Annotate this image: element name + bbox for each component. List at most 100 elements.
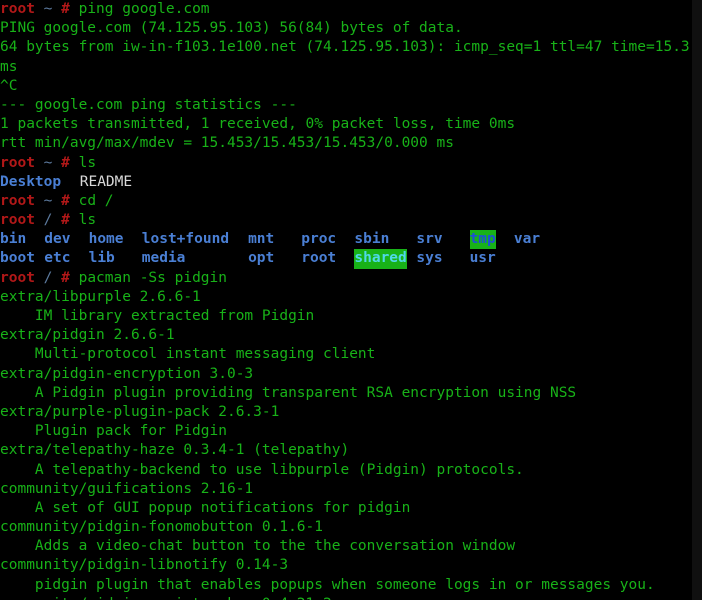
ls-entry-tmp: tmp bbox=[469, 230, 496, 250]
terminal-prompt-line: root ~ # cd / bbox=[0, 192, 692, 211]
terminal-prompt-line: root / # pacman -Ss pidgin bbox=[0, 269, 692, 288]
terminal-output-line: extra/telepathy-haze 0.3.4-1 (telepathy) bbox=[0, 441, 692, 460]
terminal-right-border bbox=[692, 0, 702, 600]
terminal-output-line: A telepathy-backend to use libpurple (Pi… bbox=[0, 461, 692, 480]
ls-output-row: Desktop README bbox=[0, 173, 692, 192]
terminal-output-line: rtt min/avg/max/mdev = 15.453/15.453/15.… bbox=[0, 134, 692, 153]
output-text: extra/libpurple 2.6.6-1 bbox=[0, 288, 201, 305]
prompt-user: root bbox=[0, 212, 35, 229]
prompt-symbol: # bbox=[61, 154, 70, 171]
output-text: extra/pidgin 2.6.6-1 bbox=[0, 327, 175, 344]
output-text: ^C bbox=[0, 77, 18, 94]
terminal-output-line: 1 packets transmitted, 1 received, 0% pa… bbox=[0, 115, 692, 134]
ls-entry-lost+found: lost+found bbox=[141, 231, 230, 248]
ls-entry-group: boot etc lib media opt root shared sys usr bbox=[0, 249, 692, 269]
terminal-command: ls bbox=[78, 212, 97, 229]
output-text: A Pidgin plugin providing transparent RS… bbox=[0, 384, 577, 401]
ls-entry-bin: bin bbox=[0, 231, 27, 248]
terminal-output-line: Plugin pack for Pidgin bbox=[0, 422, 692, 441]
ls-entry-Desktop: Desktop bbox=[0, 173, 62, 190]
output-text: Adds a video-chat button to the the conv… bbox=[0, 538, 516, 555]
output-text: 1 packets transmitted, 1 received, 0% pa… bbox=[0, 116, 516, 133]
ls-entry-sbin: sbin bbox=[354, 231, 390, 248]
terminal-prompt-line: root / # ls bbox=[0, 211, 692, 230]
output-text: Plugin pack for Pidgin bbox=[0, 423, 227, 440]
ls-entry-shared: shared bbox=[354, 249, 407, 269]
ls-entry-root: root bbox=[301, 250, 337, 267]
output-text: pidgin plugin that enables popups when s… bbox=[0, 576, 655, 593]
ls-entry-home: home bbox=[88, 231, 124, 248]
ls-entry-lib: lib bbox=[88, 250, 115, 267]
prompt-user: root bbox=[0, 154, 35, 171]
prompt-symbol: # bbox=[61, 269, 70, 286]
prompt-user: root bbox=[0, 192, 35, 209]
terminal-command: cd / bbox=[78, 192, 114, 209]
terminal-output-line: 64 bytes from iw-in-f103.1e100.net (74.1… bbox=[0, 38, 692, 57]
ls-entry-opt: opt bbox=[248, 250, 275, 267]
terminal-output-line: Adds a video-chat button to the the conv… bbox=[0, 537, 692, 556]
terminal-output-line: community/pidgin-libnotify 0.14-3 bbox=[0, 556, 692, 575]
terminal-prompt-line: root ~ # ls bbox=[0, 154, 692, 173]
terminal-output-line: --- google.com ping statistics --- bbox=[0, 96, 692, 115]
terminal-output-line: extra/pidgin 2.6.6-1 bbox=[0, 326, 692, 345]
output-text: community/pidgin-libnotify 0.14-3 bbox=[0, 557, 289, 574]
ls-entry-group: bin dev home lost+found mnt proc sbin srv tmp var bbox=[0, 230, 692, 250]
prompt-symbol: # bbox=[61, 192, 70, 209]
terminal-command: ping google.com bbox=[78, 1, 210, 17]
terminal-prompt-line: root ~ # ping google.com bbox=[0, 0, 692, 19]
output-text: 64 bytes from iw-in-f103.1e100.net (74.1… bbox=[0, 39, 690, 56]
terminal-output-line: community/pidgin-fonomobutton 0.1.6-1 bbox=[0, 518, 692, 537]
terminal-output-line: IM library extracted from Pidgin bbox=[0, 307, 692, 326]
ls-entry-dev: dev bbox=[44, 231, 71, 248]
ls-entry-group: Desktop README bbox=[0, 173, 692, 192]
terminal-window[interactable]: root ~ # ping google.com PING google.com … bbox=[0, 0, 702, 600]
terminal-screen[interactable]: root ~ # ping google.com PING google.com … bbox=[0, 0, 692, 600]
output-text: --- google.com ping statistics --- bbox=[0, 96, 297, 113]
terminal-command: ls bbox=[78, 154, 97, 171]
ls-entry-srv: srv bbox=[416, 231, 443, 248]
output-text: extra/purple-plugin-pack 2.6.3-1 bbox=[0, 403, 280, 420]
terminal-output-line: Multi-protocol instant messaging client bbox=[0, 345, 692, 364]
prompt-user: root bbox=[0, 1, 35, 17]
prompt-user: root bbox=[0, 269, 35, 286]
output-text: A set of GUI popup notifications for pid… bbox=[0, 499, 411, 516]
terminal-command: pacman -Ss pidgin bbox=[78, 269, 227, 286]
output-text: community/guifications 2.16-1 bbox=[0, 480, 254, 497]
ls-entry-README: README bbox=[79, 173, 133, 190]
ls-entry-boot: boot bbox=[0, 250, 35, 267]
output-text: A telepathy-backend to use libpurple (Pi… bbox=[0, 461, 524, 478]
terminal-output-line: community/guifications 2.16-1 bbox=[0, 480, 692, 499]
terminal-output-line: extra/pidgin-encryption 3.0-3 bbox=[0, 365, 692, 384]
terminal-output-line: ms bbox=[0, 58, 692, 77]
prompt-symbol: # bbox=[61, 212, 70, 229]
output-text: Multi-protocol instant messaging client bbox=[0, 346, 376, 363]
prompt-symbol: # bbox=[61, 1, 70, 17]
ls-entry-etc: etc bbox=[44, 250, 71, 267]
ls-entry-mnt: mnt bbox=[248, 231, 275, 248]
terminal-output-line: ^C bbox=[0, 77, 692, 96]
terminal-output-line: community/pidgin-musictracker 0.4.21-2 bbox=[0, 595, 692, 600]
output-text: IM library extracted from Pidgin bbox=[0, 308, 315, 324]
ls-entry-proc: proc bbox=[301, 231, 337, 248]
ls-entry-var: var bbox=[513, 231, 541, 248]
terminal-output-line: extra/purple-plugin-pack 2.6.3-1 bbox=[0, 403, 692, 422]
ls-output-row: bin dev home lost+found mnt proc sbin srv tmp var bbox=[0, 230, 692, 250]
output-text: rtt min/avg/max/mdev = 15.453/15.453/15.… bbox=[0, 135, 454, 152]
ls-output-row: boot etc lib media opt root shared sys usr bbox=[0, 249, 692, 269]
output-text: extra/telepathy-haze 0.3.4-1 (telepathy) bbox=[0, 442, 350, 459]
